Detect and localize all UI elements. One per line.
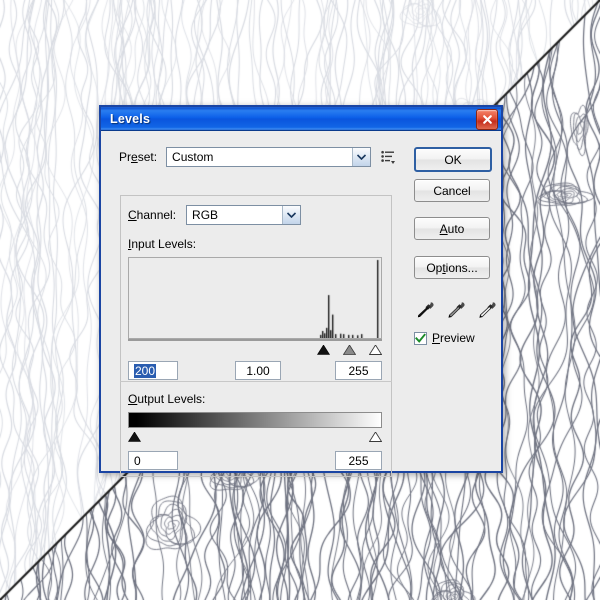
input-highlight-field[interactable]: 255	[335, 361, 382, 380]
set-gray-point-eyedropper[interactable]	[445, 299, 467, 321]
preview-checkbox-row[interactable]: Preview	[414, 331, 475, 345]
output-shadow-thumb[interactable]	[127, 429, 142, 442]
checkmark-icon	[415, 332, 426, 343]
section-divider	[120, 381, 392, 382]
output-highlight-field[interactable]: 255	[335, 451, 382, 470]
input-highlight-thumb[interactable]	[368, 342, 383, 355]
ok-button[interactable]: OK	[414, 147, 492, 172]
output-highlight-value: 255	[348, 453, 369, 468]
histogram-canvas	[129, 258, 381, 338]
input-slider-track	[128, 339, 382, 341]
output-shadow-field[interactable]: 0	[128, 451, 178, 470]
levels-dialog: Levels Preset: Custom OK Cancel Auto Opt…	[99, 105, 503, 477]
preset-dropdown[interactable]: Custom	[166, 147, 372, 167]
chevron-down-icon	[352, 148, 371, 166]
preset-value: Custom	[172, 150, 214, 164]
input-highlight-value: 255	[348, 363, 369, 378]
histogram-display[interactable]	[128, 257, 382, 339]
input-shadow-field[interactable]: 200	[128, 361, 178, 380]
channel-label: Channel:	[125, 208, 180, 222]
input-levels-label: Input Levels:	[128, 237, 197, 251]
close-button[interactable]	[476, 109, 498, 130]
preset-label: Preset:	[119, 150, 158, 164]
output-shadow-value: 0	[134, 453, 141, 468]
channel-row: Channel: RGB	[125, 205, 302, 225]
preview-label: Preview	[432, 331, 475, 345]
channel-dropdown[interactable]: RGB	[186, 205, 302, 225]
eyedropper-group	[414, 299, 498, 321]
preview-checkbox[interactable]	[414, 331, 427, 345]
cancel-button-label: Cancel	[433, 183, 471, 198]
ok-button-label: OK	[444, 152, 462, 167]
output-highlight-thumb[interactable]	[368, 429, 383, 442]
preset-row: Preset: Custom	[119, 147, 396, 167]
input-midtone-value: 1.00	[246, 363, 270, 378]
options-button-label: Options...	[426, 260, 478, 275]
output-levels-label: Output Levels:	[128, 392, 206, 406]
channel-value: RGB	[192, 208, 219, 222]
auto-button[interactable]: Auto	[414, 217, 490, 240]
cancel-button[interactable]: Cancel	[414, 179, 490, 202]
input-levels-slider[interactable]	[128, 339, 383, 355]
dialog-titlebar[interactable]: Levels	[101, 107, 501, 131]
dialog-title: Levels	[110, 111, 151, 126]
set-black-point-eyedropper[interactable]	[414, 299, 436, 321]
set-white-point-eyedropper[interactable]	[476, 299, 498, 321]
auto-button-label: Auto	[439, 221, 465, 236]
options-button[interactable]: Options...	[414, 256, 490, 279]
close-x-icon	[482, 115, 492, 124]
preset-menu-icon[interactable]	[380, 149, 396, 165]
input-shadow-value: 200	[134, 363, 157, 378]
chevron-down-icon	[282, 206, 301, 224]
output-gradient-bar	[128, 412, 382, 428]
input-shadow-thumb[interactable]	[316, 342, 331, 355]
input-midtone-field[interactable]: 1.00	[235, 361, 281, 380]
input-midtone-thumb[interactable]	[343, 342, 357, 355]
output-levels-slider[interactable]	[127, 429, 383, 443]
